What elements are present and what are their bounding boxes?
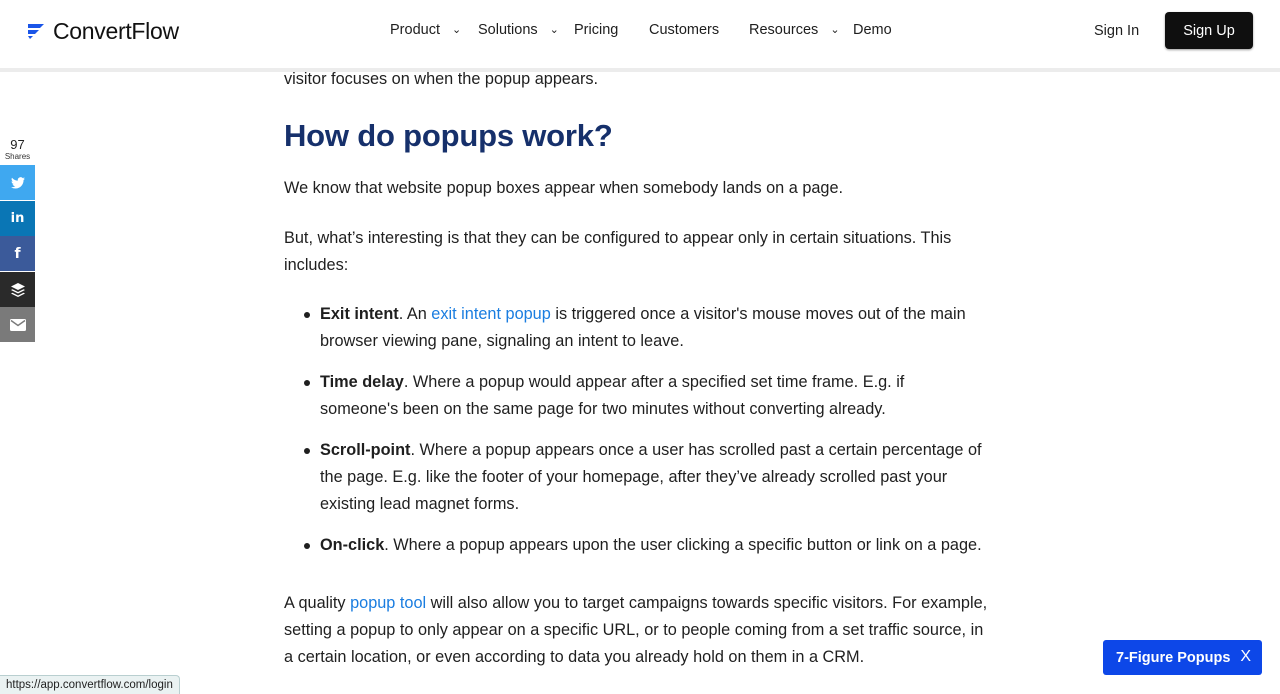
sign-in-link[interactable]: Sign In bbox=[1094, 23, 1139, 39]
twitter-icon bbox=[10, 176, 25, 189]
status-url: https://app.convertflow.com/login bbox=[0, 675, 180, 694]
chevron-down-icon: ⌄ bbox=[549, 24, 559, 36]
linkedin-share-button[interactable]: in bbox=[0, 201, 35, 236]
nav-customers[interactable]: Customers bbox=[649, 22, 719, 38]
cta-label: 7-Figure Popups bbox=[1116, 649, 1231, 666]
logo-text: ConvertFlow bbox=[53, 17, 179, 44]
list-text: . Where a popup appears upon the user cl… bbox=[384, 536, 982, 554]
nav-demo[interactable]: Demo bbox=[853, 22, 892, 38]
convertflow-logo-icon bbox=[28, 24, 44, 39]
logo[interactable]: ConvertFlow bbox=[27, 16, 179, 46]
nav-pricing[interactable]: Pricing bbox=[574, 22, 618, 38]
list-item: Time delay. Where a popup would appear a… bbox=[302, 369, 982, 423]
paragraph: A quality popup tool will also allow you… bbox=[284, 590, 994, 671]
nav-product[interactable]: Product ⌄ bbox=[390, 22, 461, 38]
email-share-button[interactable] bbox=[0, 307, 35, 342]
twitter-share-button[interactable] bbox=[0, 165, 35, 200]
facebook-share-button[interactable]: f bbox=[0, 236, 35, 271]
site-header: ConvertFlow Product ⌄ Solutions ⌄ Pricing … bbox=[0, 0, 1280, 72]
list-text: . An bbox=[398, 305, 432, 323]
nav-label: Demo bbox=[853, 22, 892, 38]
linkedin-icon: in bbox=[10, 211, 25, 226]
buffer-share-button[interactable] bbox=[0, 272, 35, 307]
section-heading: How do popups work? bbox=[284, 118, 613, 153]
popup-triggers-list: Exit intent. An exit intent popup is tri… bbox=[302, 301, 982, 573]
share-count: 97 Shares bbox=[0, 138, 35, 162]
list-item: Scroll-point. Where a popup appears once… bbox=[302, 437, 982, 518]
nav-label: Product bbox=[390, 22, 440, 38]
list-item: On-click. Where a popup appears upon the… bbox=[302, 532, 982, 559]
list-item: Exit intent. An exit intent popup is tri… bbox=[302, 301, 982, 355]
list-term: Time delay bbox=[320, 373, 404, 391]
list-term: On-click bbox=[320, 536, 385, 554]
list-text: . Where a popup appears once a user has … bbox=[320, 441, 982, 513]
seven-figure-popups-cta[interactable]: 7-Figure Popups X bbox=[1103, 640, 1262, 675]
sign-up-button[interactable]: Sign Up bbox=[1165, 12, 1253, 49]
nav-label: Customers bbox=[649, 22, 720, 38]
chevron-down-icon: ⌄ bbox=[830, 24, 840, 36]
popup-tool-link[interactable]: popup tool bbox=[350, 594, 426, 612]
list-term: Scroll-point bbox=[320, 441, 411, 459]
email-icon bbox=[9, 318, 26, 331]
exit-intent-popup-link[interactable]: exit intent popup bbox=[431, 305, 551, 323]
chevron-down-icon: ⌄ bbox=[451, 24, 462, 36]
list-text: . Where a popup would appear after a spe… bbox=[320, 373, 905, 418]
nav-label: Pricing bbox=[574, 22, 619, 38]
facebook-icon: f bbox=[14, 245, 21, 262]
share-count-number: 97 bbox=[10, 137, 25, 152]
buffer-icon bbox=[10, 282, 25, 297]
paragraph: But, what’s interesting is that they can… bbox=[284, 229, 952, 274]
nav-label: Solutions bbox=[478, 22, 538, 38]
nav-solutions[interactable]: Solutions ⌄ bbox=[478, 22, 559, 38]
paragraph: We know that website popup boxes appear … bbox=[284, 179, 844, 197]
share-count-label: Shares bbox=[4, 152, 31, 161]
list-term: Exit intent bbox=[320, 305, 399, 323]
nav-resources[interactable]: Resources ⌄ bbox=[749, 22, 840, 38]
nav-label: Resources bbox=[749, 22, 819, 38]
paragraph-text: A quality bbox=[284, 594, 351, 612]
close-icon[interactable]: X bbox=[1240, 648, 1251, 666]
